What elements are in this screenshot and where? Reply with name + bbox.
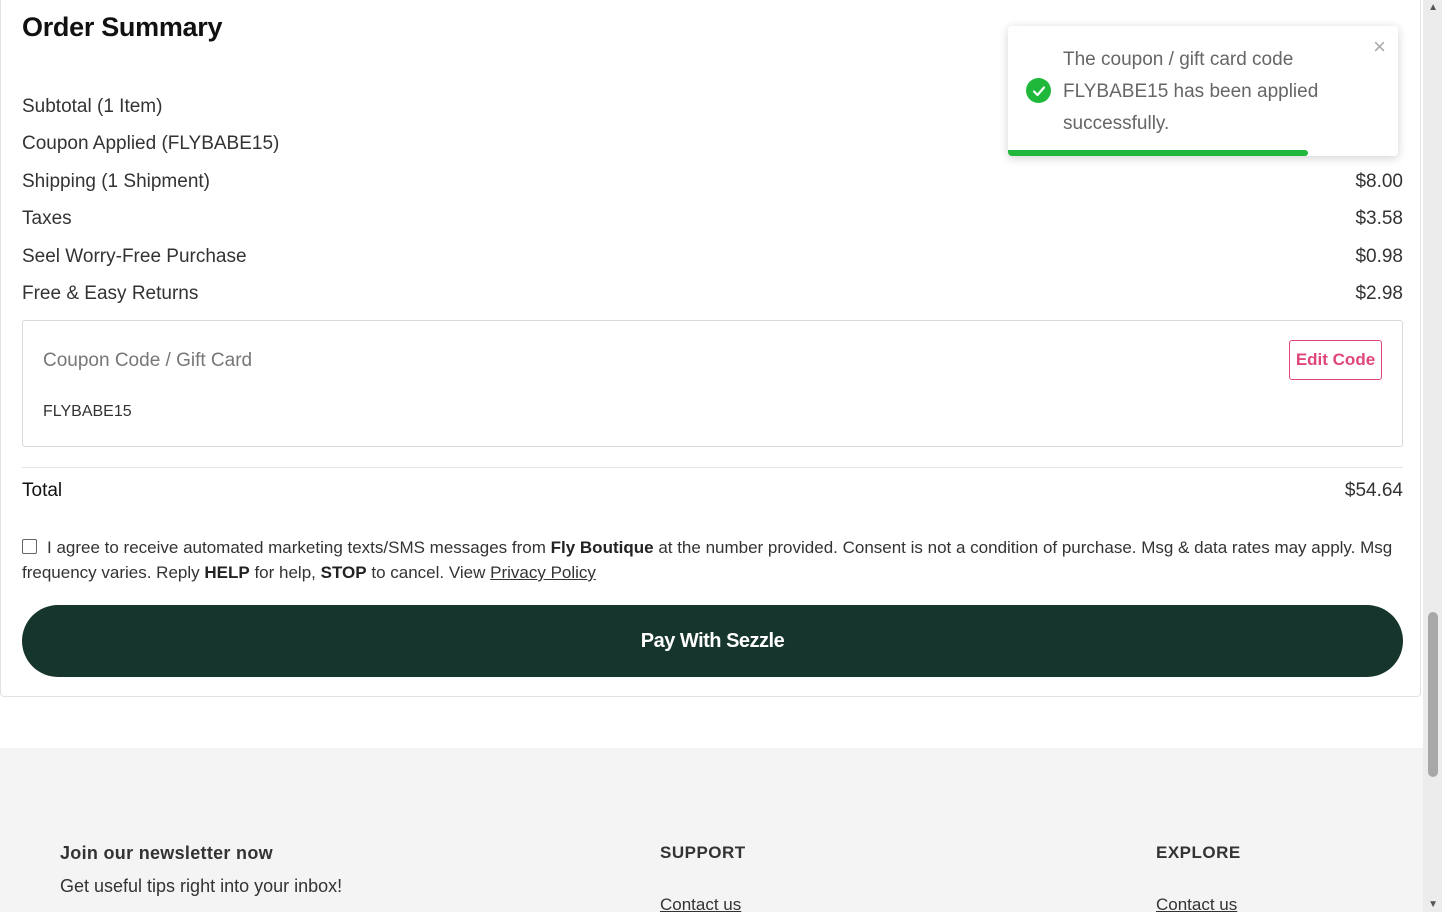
summary-row-seel: Seel Worry-Free Purchase $0.98 [22,246,1403,276]
close-icon[interactable]: × [1373,34,1386,60]
total-value: $54.64 [1344,480,1403,501]
explore-contact-link[interactable]: Contact us [1156,895,1237,915]
edit-code-button[interactable]: Edit Code [1289,340,1382,380]
consent-prefix: I agree to receive automated marketing t… [47,538,546,557]
scroll-up-arrow-icon[interactable]: ▲ [1428,2,1438,13]
privacy-policy-link[interactable]: Privacy Policy [490,563,596,582]
scrollbar-thumb[interactable] [1428,612,1438,777]
support-heading: SUPPORT [660,843,746,862]
returns-value: $2.98 [1355,283,1403,304]
consent-brand: Fly Boutique [550,538,654,557]
seel-label: Seel Worry-Free Purchase [22,246,247,267]
shipping-value: $8.00 [1355,171,1403,192]
check-circle-icon [1026,78,1051,103]
support-contact-link[interactable]: Contact us [660,895,741,915]
toast-message: The coupon / gift card code FLYBABE15 ha… [1063,49,1319,134]
taxes-label: Taxes [22,208,72,229]
summary-row-shipping: Shipping (1 Shipment) $8.00 [22,171,1403,201]
explore-heading: EXPLORE [1156,843,1241,862]
toast-progress-bar [1008,150,1309,156]
page-scrollbar[interactable]: ▲ ▼ [1423,0,1442,912]
newsletter-subtitle: Get useful tips right into your inbox! [60,876,343,896]
taxes-value: $3.58 [1355,208,1403,229]
summary-row-returns: Free & Easy Returns $2.98 [22,283,1403,313]
consent-stop: STOP [320,563,367,582]
consent-to-cancel: to cancel. View [371,563,486,582]
consent-for-help: for help, [254,563,316,582]
subtotal-label: Subtotal (1 Item) [22,96,163,117]
order-summary-title: Order Summary [22,12,223,42]
coupon-code-value: FLYBABE15 [43,403,132,420]
consent-help: HELP [204,563,250,582]
site-footer: Join our newsletter now Get useful tips … [0,748,1423,915]
seel-value: $0.98 [1355,246,1403,267]
total-label: Total [22,480,63,501]
sms-consent-checkbox[interactable] [22,539,37,554]
total-divider [22,467,1403,468]
pay-with-sezzle-button[interactable]: Pay With Sezzle [22,605,1403,677]
summary-row-taxes: Taxes $3.58 [22,208,1403,238]
coupon-success-toast: The coupon / gift card code FLYBABE15 ha… [1008,26,1398,156]
coupon-applied-label: Coupon Applied (FLYBABE15) [22,133,280,154]
sms-consent: I agree to receive automated marketing t… [22,535,1403,585]
newsletter-title: Join our newsletter now [60,843,273,863]
shipping-label: Shipping (1 Shipment) [22,171,210,192]
scroll-down-arrow-icon[interactable]: ▼ [1428,899,1438,910]
coupon-field-label: Coupon Code / Gift Card [43,350,253,371]
coupon-box: Coupon Code / Gift Card Edit Code FLYBAB… [22,320,1403,447]
returns-label: Free & Easy Returns [22,283,199,304]
